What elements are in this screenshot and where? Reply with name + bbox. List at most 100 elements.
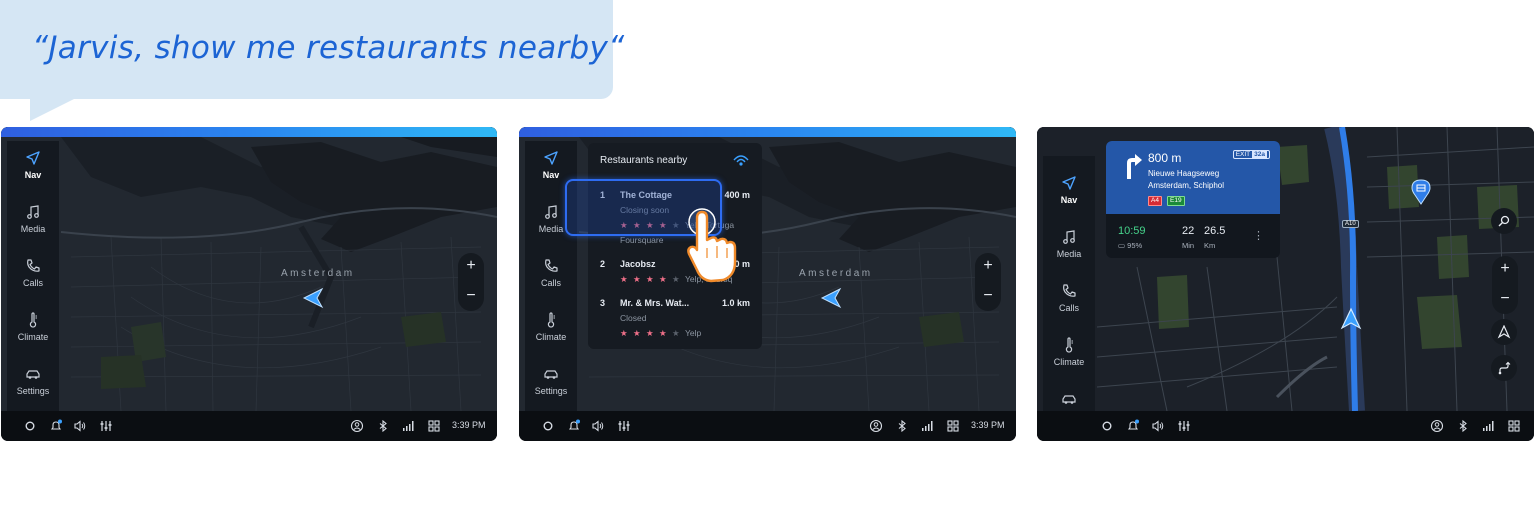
top-accent-bar bbox=[1, 127, 497, 137]
volume-icon[interactable] bbox=[73, 419, 87, 433]
navigation-arrow-icon bbox=[26, 151, 40, 165]
notification-bell-icon[interactable] bbox=[1126, 419, 1140, 433]
sidebar-item-label: Nav bbox=[1060, 195, 1078, 205]
search-button[interactable] bbox=[1491, 208, 1517, 234]
home-icon[interactable] bbox=[541, 419, 555, 433]
destination-pin-icon[interactable] bbox=[1411, 179, 1431, 205]
zoom-out-button[interactable]: − bbox=[1492, 290, 1518, 308]
turn-by-turn-card: 800 m EXIT 32a Nieuwe Haagseweg Amsterdam… bbox=[1106, 141, 1280, 258]
zoom-in-button[interactable]: + bbox=[1492, 260, 1518, 278]
top-accent-bar bbox=[519, 127, 1016, 137]
current-location-arrow-icon bbox=[820, 287, 842, 309]
equalizer-icon[interactable] bbox=[99, 419, 113, 433]
sidebar-item-settings[interactable] bbox=[1043, 390, 1095, 408]
apps-grid-icon[interactable] bbox=[1507, 419, 1521, 433]
city-label: Amsterdam bbox=[281, 268, 355, 279]
sidebar-item-nav[interactable]: Nav bbox=[525, 149, 577, 180]
sidebar-item-label: Climate bbox=[17, 332, 49, 342]
sidebar-item-label: Media bbox=[1056, 249, 1082, 259]
current-location-arrow-icon bbox=[302, 287, 324, 309]
exit-sign: EXIT 32a bbox=[1232, 150, 1270, 159]
restaurant-distance: 1.0 km bbox=[721, 298, 750, 308]
voice-command-text: “Jarvis, show me restaurants nearby“ bbox=[32, 30, 625, 66]
zoom-control: + − bbox=[975, 253, 1001, 311]
bubble-tail bbox=[30, 99, 74, 121]
volume-icon[interactable] bbox=[591, 419, 605, 433]
zoom-in-button[interactable]: + bbox=[975, 257, 1001, 275]
sidebar-item-label: Calls bbox=[22, 278, 43, 288]
profile-icon[interactable] bbox=[350, 419, 364, 433]
sidebar-item-settings[interactable]: Settings bbox=[525, 365, 577, 396]
thermometer-icon bbox=[29, 312, 37, 328]
voice-command-bubble: “Jarvis, show me restaurants nearby“ bbox=[0, 0, 624, 99]
zoom-out-button[interactable]: − bbox=[458, 287, 484, 305]
eta-time: 10:59 bbox=[1118, 225, 1146, 237]
bluetooth-icon[interactable] bbox=[376, 419, 390, 433]
restaurant-status: Closed bbox=[620, 313, 647, 323]
maneuver-panel: 800 m EXIT 32a Nieuwe Haagseweg Amsterdam… bbox=[1106, 141, 1280, 214]
zoom-control: + − bbox=[458, 253, 484, 311]
sidebar-item-calls[interactable]: Calls bbox=[7, 257, 59, 288]
sidebar-item-nav[interactable]: Nav bbox=[1043, 174, 1095, 205]
more-options-button[interactable]: ⋮ bbox=[1253, 229, 1264, 242]
sidebar-item-label: Media bbox=[20, 224, 46, 234]
compass-button[interactable] bbox=[1491, 319, 1517, 345]
sidebar-item-calls[interactable]: Calls bbox=[525, 257, 577, 288]
signal-icon bbox=[1483, 421, 1494, 431]
sidebar-item-climate[interactable]: Climate bbox=[1043, 336, 1095, 367]
voice-listening-icon bbox=[733, 155, 749, 166]
sidebar-item-label: Nav bbox=[24, 170, 42, 180]
music-note-icon bbox=[27, 205, 39, 219]
navigation-arrow-icon bbox=[544, 151, 558, 165]
sidebar-item-settings[interactable]: Settings bbox=[7, 365, 59, 396]
sidebar-item-climate[interactable]: Climate bbox=[7, 311, 59, 342]
direction-name: Amsterdam, Schiphol bbox=[1148, 181, 1225, 190]
signal-icon bbox=[922, 421, 933, 431]
route-options-button[interactable] bbox=[1491, 355, 1517, 381]
sidebar-item-climate[interactable]: Climate bbox=[525, 311, 577, 342]
home-icon[interactable] bbox=[23, 419, 37, 433]
bluetooth-icon[interactable] bbox=[1456, 419, 1470, 433]
apps-grid-icon[interactable] bbox=[946, 419, 960, 433]
rating-sources: Yelp bbox=[684, 328, 702, 338]
notification-bell-icon[interactable] bbox=[49, 419, 63, 433]
profile-icon[interactable] bbox=[869, 419, 883, 433]
apps-grid-icon[interactable] bbox=[427, 419, 441, 433]
battery-level: ▭ 95% bbox=[1118, 241, 1143, 250]
equalizer-icon[interactable] bbox=[1177, 419, 1191, 433]
sidebar-item-calls[interactable]: Calls bbox=[1043, 282, 1095, 313]
signal-icon bbox=[403, 421, 414, 431]
phone-icon bbox=[1063, 284, 1076, 297]
sidebar-item-nav[interactable]: Nav bbox=[7, 149, 59, 180]
rating-sources-extra: Foursquare bbox=[620, 235, 664, 245]
profile-icon[interactable] bbox=[1430, 419, 1444, 433]
sidebar-item-label: Nav bbox=[542, 170, 560, 180]
status-bar: 3:39 PM bbox=[519, 411, 1016, 441]
status-bar bbox=[1037, 411, 1534, 441]
car-screen-map: Nav Media Calls Climate Settings Amsterd… bbox=[1, 127, 497, 441]
highway-label: A10 bbox=[1342, 220, 1359, 228]
compass-icon bbox=[1497, 325, 1511, 339]
restaurant-distance: 400 m bbox=[724, 190, 750, 200]
turn-left-arrow-icon bbox=[1127, 154, 1142, 179]
sidebar-item-media[interactable]: Media bbox=[1043, 228, 1095, 259]
road-badge-e19: E19 bbox=[1167, 196, 1185, 206]
zoom-out-button[interactable]: − bbox=[975, 287, 1001, 305]
search-icon bbox=[1498, 215, 1510, 227]
clock: 3:39 PM bbox=[452, 420, 486, 430]
zoom-in-button[interactable]: + bbox=[458, 257, 484, 275]
map-view[interactable] bbox=[1, 127, 497, 411]
bluetooth-icon[interactable] bbox=[895, 419, 909, 433]
remaining-km: 26.5 bbox=[1204, 225, 1226, 237]
road-badge-a4: A4 bbox=[1148, 196, 1162, 206]
home-icon[interactable] bbox=[1100, 419, 1114, 433]
vehicle-position-arrow-icon bbox=[1340, 307, 1362, 330]
sidebar-item-label: Climate bbox=[535, 332, 567, 342]
phone-icon bbox=[27, 259, 40, 272]
sidebar-item-media[interactable]: Media bbox=[7, 203, 59, 234]
volume-icon[interactable] bbox=[1151, 419, 1165, 433]
panel-title: Restaurants nearby bbox=[600, 155, 688, 166]
rating-stars: ★ ★ ★ ★ ★ Yelp bbox=[620, 328, 702, 338]
equalizer-icon[interactable] bbox=[617, 419, 631, 433]
notification-bell-icon[interactable] bbox=[567, 419, 581, 433]
